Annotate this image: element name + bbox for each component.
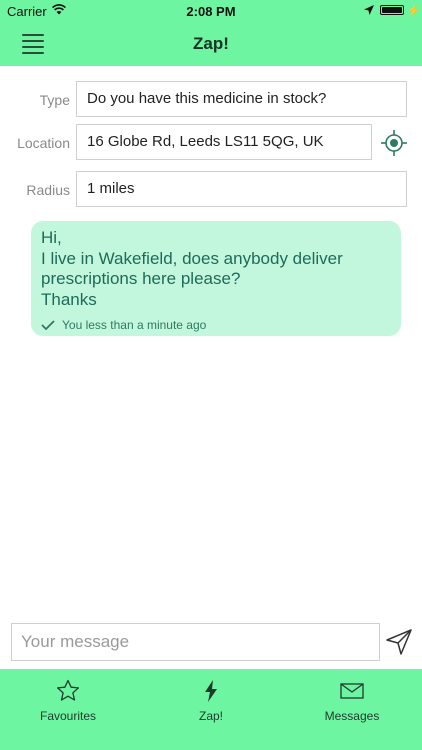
top-bar: Carrier 2:08 PM ⚡ Zap! <box>0 0 422 66</box>
battery-icon <box>380 5 404 15</box>
radius-label: Radius <box>26 182 70 198</box>
type-row: Type Do you have this medicine in stock? <box>0 81 422 119</box>
message-timestamp: You less than a minute ago <box>62 318 207 332</box>
location-label: Location <box>17 135 70 151</box>
message-meta: You less than a minute ago <box>41 318 391 332</box>
message-line: prescriptions here please? <box>41 269 241 288</box>
location-field[interactable]: 16 Globe Rd, Leeds LS11 5QG, UK <box>76 124 372 160</box>
type-field[interactable]: Do you have this medicine in stock? <box>76 81 407 117</box>
lightning-icon <box>205 680 217 702</box>
nav-bar: Zap! <box>0 22 422 66</box>
tab-messages[interactable]: Messages <box>292 669 412 750</box>
message-text: Hi, I live in Wakefield, does anybody de… <box>41 228 391 310</box>
message-line: Thanks <box>41 289 97 309</box>
send-icon[interactable] <box>386 629 412 655</box>
locate-target-icon[interactable] <box>381 130 407 156</box>
star-icon <box>56 679 80 701</box>
type-label: Type <box>39 92 70 108</box>
tab-label: Zap! <box>198 709 223 723</box>
tab-favourites[interactable]: Favourites <box>8 669 128 750</box>
tab-label: Messages <box>324 709 380 723</box>
tab-bar: Favourites Zap! Messages <box>0 669 422 750</box>
tab-zap[interactable]: Zap! <box>151 669 271 750</box>
location-row: Location 16 Globe Rd, Leeds LS11 5QG, UK <box>0 124 422 162</box>
message-bubble[interactable]: Hi, I live in Wakefield, does anybody de… <box>31 221 401 336</box>
envelope-icon <box>340 683 364 699</box>
status-time: 2:08 PM <box>186 4 236 19</box>
status-bar: Carrier 2:08 PM ⚡ <box>0 0 422 22</box>
message-line: I live in Wakefield, does anybody delive… <box>41 248 343 268</box>
location-arrow-icon <box>364 5 374 15</box>
radius-row: Radius 1 miles <box>0 171 422 209</box>
page-title: Zap! <box>193 34 229 53</box>
check-icon <box>41 320 55 330</box>
tab-label: Favourites <box>39 709 97 723</box>
charging-icon: ⚡ <box>407 5 421 17</box>
message-input[interactable]: Your message <box>11 623 380 661</box>
message-line: Hi, <box>41 228 62 247</box>
radius-field[interactable]: 1 miles <box>76 171 407 207</box>
